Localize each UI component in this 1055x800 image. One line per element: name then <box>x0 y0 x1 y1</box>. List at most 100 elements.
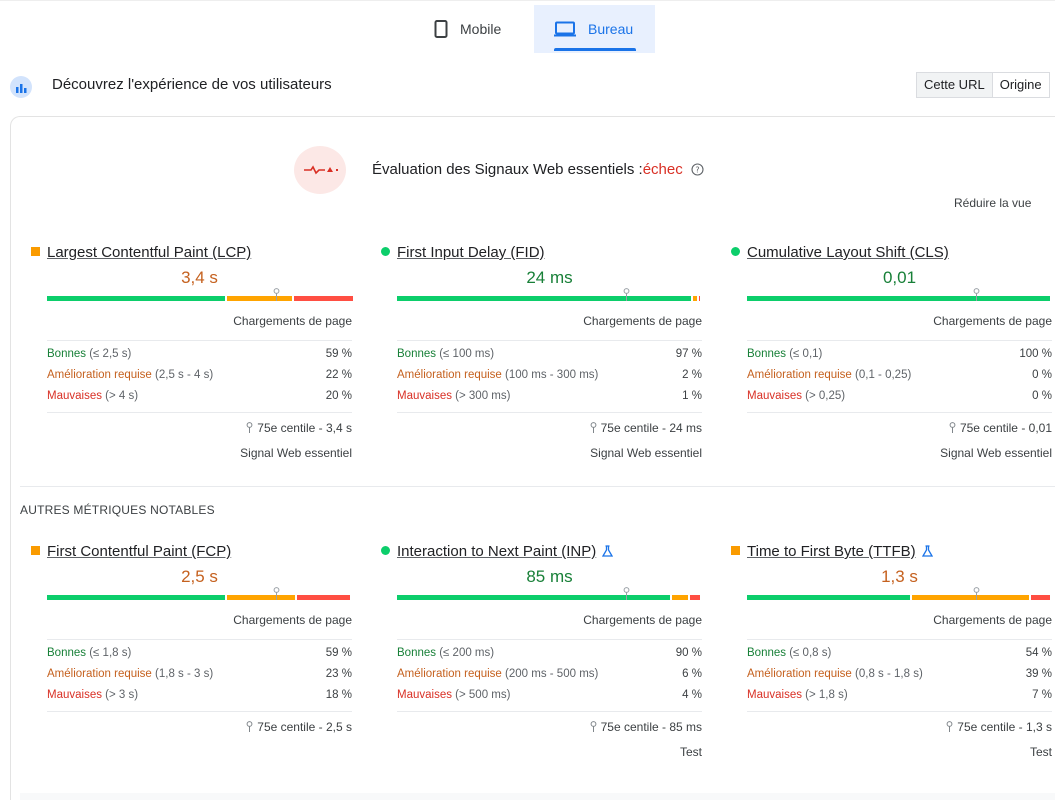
fail-badge-icon <box>294 146 346 194</box>
pin-icon <box>946 721 953 732</box>
good-range: (≤ 200 ms) <box>439 647 495 659</box>
good-range: (≤ 100 ms) <box>439 348 495 360</box>
device-tabs: Mobile Bureau <box>0 0 1055 53</box>
poor-pct: 7 % <box>1032 689 1052 701</box>
dist-row-ni: Amélioration requise (0,8 s - 1,8 s) 39 % <box>747 668 1052 684</box>
metric-footer: Signal Web essentiel <box>940 446 1052 460</box>
separator <box>747 340 1052 341</box>
discover-title: Découvrez l'expérience de vos utilisateu… <box>52 76 332 93</box>
assessment-status: échec <box>642 161 683 178</box>
good-label: Bonnes <box>47 348 87 360</box>
metric-value: 3,4 s <box>181 268 218 287</box>
distribution-bar <box>47 288 353 301</box>
ni-pct: 39 % <box>1025 668 1052 680</box>
svg-text:?: ? <box>695 166 699 175</box>
good-label: Bonnes <box>747 647 787 659</box>
ni-label: Amélioration requise <box>747 369 852 381</box>
page-loads-label: Chargements de page <box>583 613 702 627</box>
tab-mobile[interactable]: Mobile <box>428 5 534 53</box>
tab-mobile-label: Mobile <box>460 21 502 37</box>
bar-segment-ni <box>227 595 295 600</box>
good-pct: 100 % <box>1019 348 1052 360</box>
good-range: (≤ 1,8 s) <box>89 647 132 659</box>
toggle-this-url[interactable]: Cette URL <box>917 73 993 97</box>
dist-row-good: Bonnes (≤ 200 ms) 90 % <box>397 647 702 663</box>
ni-range: (2,5 s - 4 s) <box>155 369 214 381</box>
dist-row-ni: Amélioration requise (2,5 s - 4 s) 22 % <box>47 369 352 385</box>
poor-label: Mauvaises <box>397 390 452 402</box>
good-pct: 54 % <box>1025 647 1052 659</box>
bar-segment-ni <box>672 595 688 600</box>
distribution-bar <box>47 587 352 600</box>
status-square-icon <box>731 546 740 555</box>
ni-range: (100 ms - 300 ms) <box>505 369 599 381</box>
bar-segment-good <box>47 595 225 600</box>
bar-segment-poor <box>294 296 353 301</box>
bar-segment-ni <box>912 595 1029 600</box>
separator <box>397 340 702 341</box>
metric-footer: Signal Web essentiel <box>240 446 352 460</box>
dist-row-poor: Mauvaises (> 3 s) 18 % <box>47 689 352 705</box>
url-origin-toggle: Cette URL Origine <box>916 72 1050 98</box>
good-label: Bonnes <box>747 348 787 360</box>
percentile-label: 75e centile - 1,3 s <box>946 720 1052 734</box>
dist-row-poor: Mauvaises (> 0,25) 0 % <box>747 390 1052 406</box>
ni-label: Amélioration requise <box>47 369 152 381</box>
poor-label: Mauvaises <box>397 689 452 701</box>
dist-row-good: Bonnes (≤ 0,8 s) 54 % <box>747 647 1052 663</box>
reduce-view-link[interactable]: Réduire la vue <box>954 196 1031 210</box>
tab-bureau[interactable]: Bureau <box>534 5 655 53</box>
percentile-text: 75e centile - 3,4 s <box>257 421 352 435</box>
ni-range: (200 ms - 500 ms) <box>505 668 599 680</box>
poor-pct: 0 % <box>1032 390 1052 402</box>
ni-label: Amélioration requise <box>397 668 502 680</box>
percentile-marker-icon <box>973 587 980 600</box>
status-square-icon <box>31 546 40 555</box>
separator <box>47 639 352 640</box>
phone-icon <box>434 20 448 38</box>
bar-segment-good <box>747 296 1050 301</box>
page-loads-label: Chargements de page <box>583 314 702 328</box>
status-circle-icon <box>381 247 390 256</box>
section-divider <box>20 486 1055 487</box>
assessment-title: Évaluation des Signaux Web essentiels :é… <box>372 161 704 178</box>
good-range: (≤ 0,8 s) <box>789 647 832 659</box>
percentile-marker-icon <box>273 587 280 600</box>
good-range: (≤ 2,5 s) <box>89 348 132 360</box>
discover-header: Découvrez l'expérience de vos utilisateu… <box>0 70 1055 100</box>
ni-pct: 6 % <box>682 668 702 680</box>
poor-label: Mauvaises <box>747 689 802 701</box>
metric-value: 1,3 s <box>881 567 918 586</box>
poor-pct: 18 % <box>325 689 352 701</box>
toggle-origin[interactable]: Origine <box>993 73 1049 97</box>
poor-range: (> 500 ms) <box>455 689 511 701</box>
poor-range: (> 1,8 s) <box>805 689 848 701</box>
assessment-label: Évaluation des Signaux Web essentiels : <box>372 161 643 178</box>
dist-row-good: Bonnes (≤ 2,5 s) 59 % <box>47 348 352 364</box>
metric-value: 85 ms <box>526 567 573 586</box>
dist-row-ni: Amélioration requise (1,8 s - 3 s) 23 % <box>47 668 352 684</box>
bar-segment-good <box>47 296 225 301</box>
ni-range: (0,1 - 0,25) <box>855 369 912 381</box>
separator <box>747 711 1052 712</box>
ni-range: (1,8 s - 3 s) <box>155 668 214 680</box>
pin-icon <box>246 721 253 732</box>
bottom-strip <box>20 793 1055 800</box>
help-icon[interactable]: ? <box>691 163 704 176</box>
percentile-marker-icon <box>973 288 980 301</box>
status-square-icon <box>31 247 40 256</box>
dist-row-ni: Amélioration requise (200 ms - 500 ms) 6 … <box>397 668 702 684</box>
poor-label: Mauvaises <box>47 390 102 402</box>
status-circle-icon <box>731 247 740 256</box>
ni-pct: 0 % <box>1032 369 1052 381</box>
poor-label: Mauvaises <box>747 390 802 402</box>
separator <box>397 412 702 413</box>
bar-segment-good <box>747 595 910 600</box>
poor-pct: 4 % <box>682 689 702 701</box>
metric-value: 2,5 s <box>181 567 218 586</box>
pin-icon <box>949 422 956 433</box>
page-loads-label: Chargements de page <box>933 314 1052 328</box>
metric-footer: Test <box>679 745 702 759</box>
percentile-text: 75e centile - 1,3 s <box>957 720 1052 734</box>
distribution-bar <box>397 288 702 301</box>
